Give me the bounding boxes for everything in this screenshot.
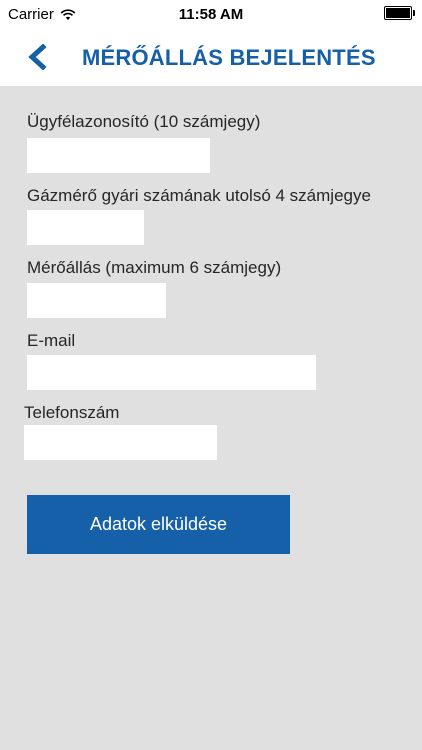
form-container: Ügyfélazonosító (10 számjegy) Gázmérő gy… bbox=[0, 86, 422, 750]
status-bar: Carrier 11:58 AM bbox=[0, 0, 422, 30]
email-label: E-mail bbox=[27, 331, 76, 350]
email-input[interactable] bbox=[27, 355, 316, 390]
meter-serial-label: Gázmérő gyári számának utolsó 4 számjegy… bbox=[27, 186, 371, 205]
status-time: 11:58 AM bbox=[178, 6, 244, 23]
navigation-bar: MÉRŐÁLLÁS BEJELENTÉS bbox=[0, 30, 422, 116]
page-title: MÉRŐÁLLÁS BEJELENTÉS bbox=[82, 45, 376, 70]
chevron-left-icon bbox=[28, 44, 47, 70]
meter-reading-input[interactable] bbox=[27, 283, 166, 318]
phone-input[interactable] bbox=[24, 425, 217, 460]
battery-cap bbox=[413, 10, 415, 16]
submit-button[interactable]: Adatok elküldése bbox=[27, 495, 290, 554]
back-button[interactable] bbox=[20, 40, 54, 74]
customer-id-label: Ügyfélazonosító (10 számjegy) bbox=[27, 112, 261, 131]
battery-icon bbox=[384, 6, 415, 20]
meter-reading-label: Mérőállás (maximum 6 számjegy) bbox=[27, 258, 282, 277]
battery-level-fill bbox=[386, 8, 410, 18]
status-right bbox=[380, 6, 415, 20]
meter-serial-input[interactable] bbox=[27, 210, 144, 245]
phone-label: Telefonszám bbox=[24, 403, 120, 422]
customer-id-input[interactable] bbox=[27, 138, 210, 173]
